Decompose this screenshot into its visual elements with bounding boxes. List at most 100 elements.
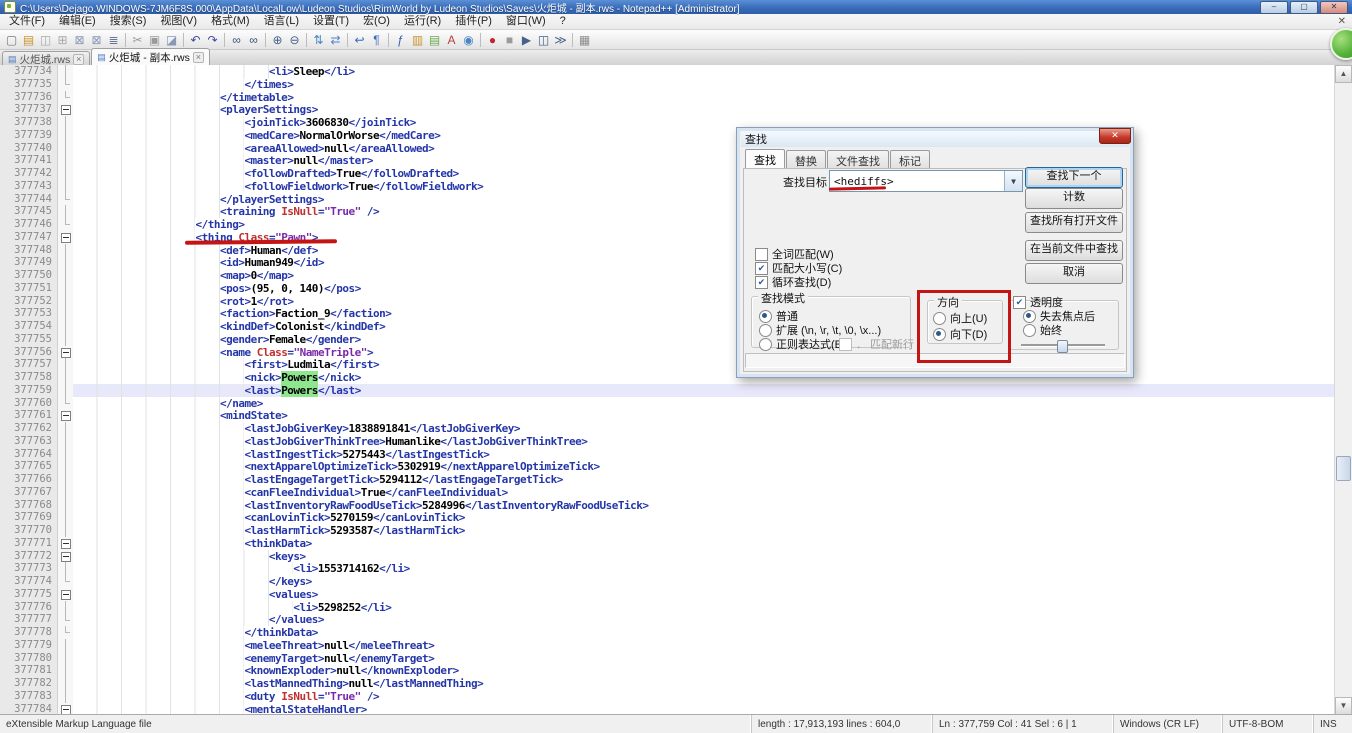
vertical-scrollbar[interactable]: ▲ ▼ xyxy=(1334,65,1352,715)
code-text[interactable]: <map>0</map> xyxy=(73,269,1334,282)
dialog-button-0[interactable]: 查找下一个 xyxy=(1025,167,1123,188)
radio-icon[interactable] xyxy=(1023,310,1036,323)
code-text[interactable]: <duty IsNull="True" /> xyxy=(73,690,1334,703)
dialog-button-3[interactable]: 在当前文件中查找 xyxy=(1025,240,1123,261)
radio-正则表达式(E)[interactable]: 正则表达式(E) xyxy=(759,336,846,352)
macro-record-icon[interactable]: ● xyxy=(484,32,501,48)
code-text[interactable]: <li>Sleep</li> xyxy=(73,65,1334,78)
fold-collapse-icon[interactable] xyxy=(61,590,71,600)
status-encoding[interactable]: UTF-8-BOM xyxy=(1222,715,1313,733)
menu-item-5[interactable]: 语言(L) xyxy=(257,14,306,29)
radio-向上(U)[interactable]: 向上(U) xyxy=(933,310,987,326)
fold-collapse-icon[interactable] xyxy=(61,552,71,562)
code-text[interactable]: <li>1553714162</li> xyxy=(73,562,1334,575)
code-text[interactable]: <keys> xyxy=(73,550,1334,563)
code-text[interactable]: </name> xyxy=(73,397,1334,410)
code-text[interactable]: <followDrafted>True</followDrafted> xyxy=(73,167,1334,180)
code-text[interactable]: <lastJobGiverKey>1838891841</lastJobGive… xyxy=(73,422,1334,435)
fold-margin[interactable] xyxy=(58,231,73,244)
zoom-out-icon[interactable]: ⊖ xyxy=(286,32,303,48)
copy-icon[interactable]: ▣ xyxy=(146,32,163,48)
fold-collapse-icon[interactable] xyxy=(61,539,71,549)
paste-icon[interactable]: ◪ xyxy=(163,32,180,48)
radio-icon[interactable] xyxy=(1023,324,1036,337)
fold-margin[interactable] xyxy=(58,346,73,359)
code-text[interactable]: <thinkData> xyxy=(73,537,1334,550)
scroll-up-arrow-icon[interactable]: ▲ xyxy=(1335,65,1352,83)
code-text[interactable]: </times> xyxy=(73,78,1334,91)
code-text[interactable]: <kindDef>Colonist</kindDef> xyxy=(73,320,1334,333)
close-all-icon[interactable]: ⊠ xyxy=(88,32,105,48)
new-file-icon[interactable]: ▢ xyxy=(3,32,20,48)
code-text[interactable]: </thing> xyxy=(73,218,1334,231)
menu-item-7[interactable]: 宏(O) xyxy=(356,14,397,29)
file-monitor-icon[interactable]: ◉ xyxy=(460,32,477,48)
code-text[interactable]: <thing Class="Pawn"> xyxy=(73,231,1334,244)
code-text[interactable]: <meleeThreat>null</meleeThreat> xyxy=(73,639,1334,652)
scrollbar-thumb[interactable] xyxy=(1336,456,1351,481)
find-target-combobox[interactable]: <hediffs> ▼ xyxy=(829,170,1023,192)
code-text[interactable]: <nick>Powers</nick> xyxy=(73,371,1334,384)
code-text[interactable]: <pos>(95, 0, 140)</pos> xyxy=(73,282,1334,295)
slider-thumb[interactable] xyxy=(1057,340,1068,353)
close-file-icon[interactable]: ⊠ xyxy=(71,32,88,48)
replace-icon[interactable]: ∞ xyxy=(245,32,262,48)
menu-item-1[interactable]: 编辑(E) xyxy=(52,14,103,29)
fold-collapse-icon[interactable] xyxy=(61,105,71,115)
word-wrap-icon[interactable]: ↩ xyxy=(351,32,368,48)
fold-all-icon[interactable]: A xyxy=(443,32,460,48)
fold-collapse-icon[interactable] xyxy=(61,411,71,421)
status-insert-mode[interactable]: INS xyxy=(1313,715,1352,733)
code-text[interactable]: <areaAllowed>null</areaAllowed> xyxy=(73,142,1334,155)
redo-icon[interactable]: ↷ xyxy=(204,32,221,48)
code-text[interactable]: </values> xyxy=(73,613,1334,626)
menu-item-2[interactable]: 搜索(S) xyxy=(103,14,154,29)
minimize-button[interactable]: ‒ xyxy=(1260,1,1288,14)
dialog-button-4[interactable]: 取消 xyxy=(1025,263,1123,284)
menu-item-9[interactable]: 插件(P) xyxy=(448,14,499,29)
fold-margin[interactable] xyxy=(58,588,73,601)
print-icon[interactable]: ≣ xyxy=(105,32,122,48)
fold-margin[interactable] xyxy=(58,103,73,116)
show-all-characters-icon[interactable]: ¶ xyxy=(368,32,385,48)
code-text[interactable]: </playerSettings> xyxy=(73,193,1334,206)
status-eol-format[interactable]: Windows (CR LF) xyxy=(1113,715,1222,733)
find-dialog-titlebar[interactable]: 查找 xyxy=(741,131,1129,147)
code-text[interactable]: <gender>Female</gender> xyxy=(73,333,1334,346)
fold-collapse-icon[interactable] xyxy=(61,233,71,243)
radio-icon[interactable] xyxy=(759,324,772,337)
maximize-button[interactable]: ▢ xyxy=(1290,1,1318,14)
menu-item-0[interactable]: 文件(F) xyxy=(2,14,52,29)
save-icon[interactable]: ◫ xyxy=(37,32,54,48)
code-text[interactable]: </timetable> xyxy=(73,91,1334,104)
code-text[interactable]: <def>Human</def> xyxy=(73,244,1334,257)
find-dialog-close-icon[interactable]: ✕ xyxy=(1099,128,1131,144)
checkbox-icon[interactable]: ✔ xyxy=(755,262,768,275)
code-text[interactable]: <master>null</master> xyxy=(73,154,1334,167)
preferences-icon[interactable]: ▦ xyxy=(576,32,593,48)
fold-margin[interactable] xyxy=(58,409,73,422)
code-text[interactable]: <li>5298252</li> xyxy=(73,601,1334,614)
checkbox-icon[interactable]: ✔ xyxy=(1013,296,1026,309)
code-text[interactable]: <last>Powers</last> xyxy=(73,384,1334,397)
document-close-icon[interactable]: ✕ xyxy=(1338,16,1346,27)
code-text[interactable]: <nextApparelOptimizeTick>5302919</nextAp… xyxy=(73,460,1334,473)
code-text[interactable]: <followFieldwork>True</followFieldwork> xyxy=(73,180,1334,193)
code-text[interactable]: <lastEngageTargetTick>5294112</lastEngag… xyxy=(73,473,1334,486)
code-text[interactable]: </keys> xyxy=(73,575,1334,588)
code-text[interactable]: <knownExploder>null</knownExploder> xyxy=(73,664,1334,677)
code-text[interactable]: <values> xyxy=(73,588,1334,601)
transparency-slider[interactable] xyxy=(1021,340,1105,350)
code-text[interactable]: <rot>1</rot> xyxy=(73,295,1334,308)
radio-icon[interactable] xyxy=(759,338,772,351)
checkbox-． 匹配新行[interactable]: ． 匹配新行 xyxy=(839,336,914,352)
function-list-icon[interactable]: ƒ xyxy=(392,32,409,48)
checkbox-icon[interactable]: ✔ xyxy=(755,276,768,289)
code-text[interactable]: <lastInventoryRawFoodUseTick>5284996</la… xyxy=(73,499,1334,512)
checkbox-循环查找(D)[interactable]: ✔循环查找(D) xyxy=(755,274,831,290)
macro-stop-icon[interactable]: ■ xyxy=(501,32,518,48)
code-text[interactable]: <training IsNull="True" /> xyxy=(73,205,1334,218)
code-text[interactable]: <joinTick>3606830</joinTick> xyxy=(73,116,1334,129)
checkbox-icon[interactable] xyxy=(839,338,852,351)
tab-close-icon[interactable]: × xyxy=(73,54,84,65)
